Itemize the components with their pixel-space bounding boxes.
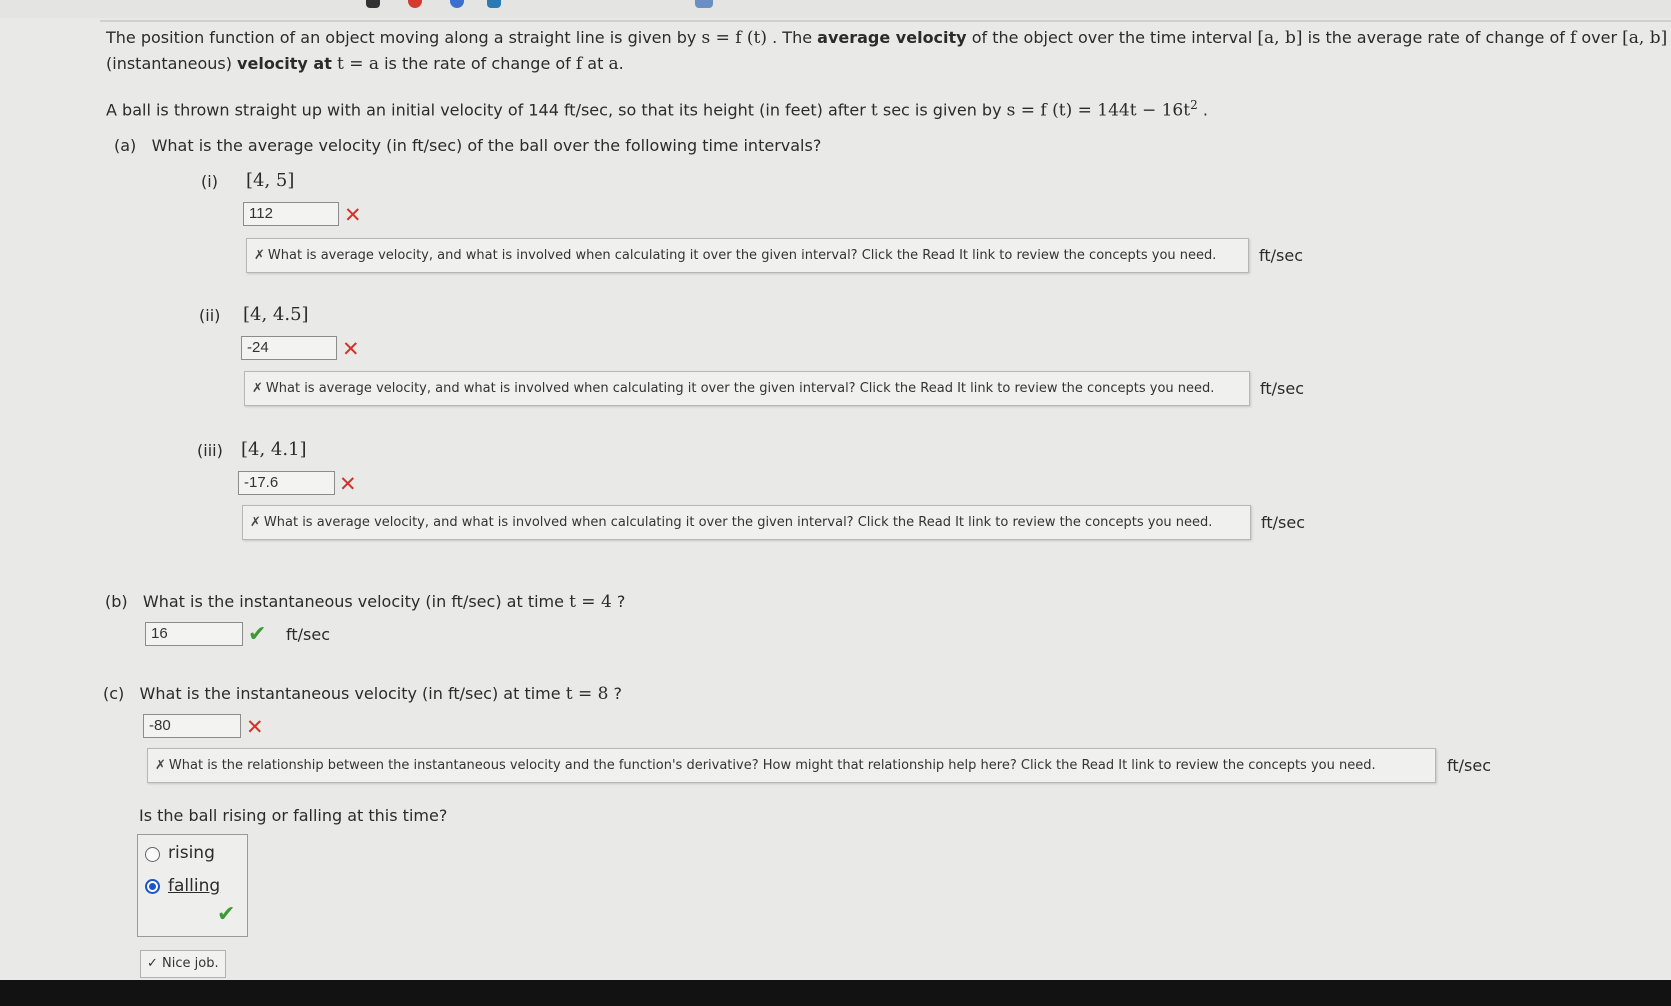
radio-rising-label[interactable]: rising	[168, 843, 215, 863]
check-mark-icon: ✔	[217, 902, 236, 927]
part-a-ii-answer-input[interactable]: -24	[241, 336, 337, 360]
toolbar-app-icon	[487, 0, 501, 8]
screen-bezel-bottom	[0, 980, 1671, 1006]
check-mark-icon: ✔	[248, 622, 267, 647]
part-b-answer-input[interactable]: 16	[145, 622, 243, 646]
toolbar-app-icon	[695, 0, 713, 8]
part-a-iii-answer-input[interactable]: -17.6	[238, 471, 335, 495]
part-c-answer-input[interactable]: -80	[143, 714, 241, 738]
part-c-question: (c) What is the instantaneous velocity (…	[103, 684, 622, 704]
browser-toolbar-strip	[0, 0, 1671, 18]
part-a-iii-unit: ft/sec	[1261, 513, 1305, 532]
part-c-unit: ft/sec	[1447, 756, 1491, 775]
page-divider	[100, 20, 1671, 22]
part-a-i-label: (i)	[201, 172, 218, 191]
part-a-i-answer-input[interactable]: 112	[243, 202, 339, 226]
check-small-icon: ✓	[147, 956, 158, 971]
radio-rising[interactable]	[145, 847, 160, 862]
part-a-iii-label: (iii)	[197, 441, 223, 460]
x-mark-icon: ✕	[339, 472, 357, 496]
part-a-iii-feedback: ✗ What is average velocity, and what is i…	[242, 505, 1251, 540]
toolbar-app-icon	[450, 0, 464, 8]
problem-statement: A ball is thrown straight up with an ini…	[106, 98, 1208, 121]
part-c-followup-question: Is the ball rising or falling at this ti…	[139, 806, 448, 825]
part-c-feedback: ✗ What is the relationship between the in…	[147, 748, 1436, 783]
x-mark-icon: ✕	[246, 715, 264, 739]
rising-falling-radio-group: rising falling ✔	[137, 834, 248, 937]
part-a-i-unit: ft/sec	[1259, 246, 1303, 265]
feedback-x-icon: ✗	[250, 515, 261, 530]
radio-falling[interactable]	[145, 879, 160, 894]
part-b-question: (b) What is the instantaneous velocity (…	[105, 592, 626, 612]
x-mark-icon: ✕	[344, 203, 362, 227]
radio-falling-label[interactable]: falling	[168, 876, 220, 896]
nice-job-feedback: ✓ Nice job.	[140, 950, 226, 978]
part-a-ii-unit: ft/sec	[1260, 379, 1304, 398]
feedback-x-icon: ✗	[252, 381, 263, 396]
toolbar-app-icon	[366, 0, 380, 8]
x-mark-icon: ✕	[342, 337, 360, 361]
toolbar-app-icon	[408, 0, 422, 8]
intro-line-2: (instantaneous) velocity at t = a is the…	[106, 54, 624, 74]
intro-line-1: The position function of an object movin…	[106, 28, 1668, 48]
part-a-i-interval: [4, 5]	[246, 170, 295, 191]
part-a-i-feedback: ✗ What is average velocity, and what is i…	[246, 238, 1249, 273]
feedback-x-icon: ✗	[155, 758, 166, 773]
part-a-ii-label: (ii)	[199, 306, 221, 325]
part-a-iii-interval: [4, 4.1]	[241, 439, 307, 460]
part-a-ii-interval: [4, 4.5]	[243, 304, 309, 325]
part-b-unit: ft/sec	[286, 625, 330, 644]
feedback-x-icon: ✗	[254, 248, 265, 263]
part-a-question: (a) What is the average velocity (in ft/…	[114, 136, 822, 155]
part-a-ii-feedback: ✗ What is average velocity, and what is i…	[244, 371, 1250, 406]
